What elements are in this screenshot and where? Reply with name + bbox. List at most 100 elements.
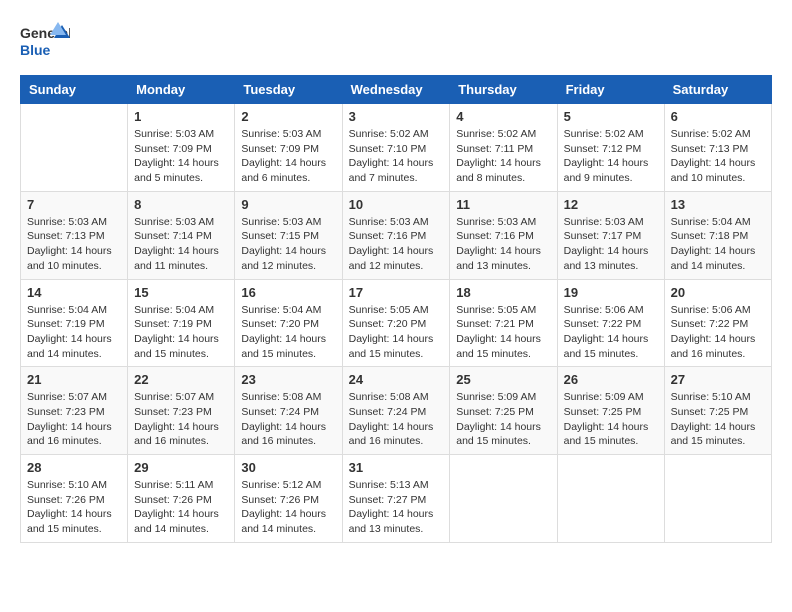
calendar-cell: 30 Sunrise: 5:12 AM Sunset: 7:26 PM Dayli… [235,455,342,543]
day-number: 21 [27,372,121,387]
weekday-header-sunday: Sunday [21,76,128,104]
day-info: Sunrise: 5:09 AM Sunset: 7:25 PM Dayligh… [456,390,550,449]
calendar-cell: 17 Sunrise: 5:05 AM Sunset: 7:20 PM Dayli… [342,279,450,367]
day-info: Sunrise: 5:07 AM Sunset: 7:23 PM Dayligh… [27,390,121,449]
day-number: 9 [241,197,335,212]
day-number: 6 [671,109,765,124]
day-number: 28 [27,460,121,475]
day-number: 4 [456,109,550,124]
day-info: Sunrise: 5:12 AM Sunset: 7:26 PM Dayligh… [241,478,335,537]
weekday-header-saturday: Saturday [664,76,771,104]
calendar-cell: 25 Sunrise: 5:09 AM Sunset: 7:25 PM Dayli… [450,367,557,455]
week-row-1: 1 Sunrise: 5:03 AM Sunset: 7:09 PM Daylig… [21,104,772,192]
day-number: 18 [456,285,550,300]
day-number: 17 [349,285,444,300]
day-info: Sunrise: 5:04 AM Sunset: 7:20 PM Dayligh… [241,303,335,362]
day-info: Sunrise: 5:03 AM Sunset: 7:14 PM Dayligh… [134,215,228,274]
calendar-cell: 8Sunrise: 5:03 AM Sunset: 7:14 PM Daylig… [128,191,235,279]
calendar-cell: 10 Sunrise: 5:03 AM Sunset: 7:16 PM Dayli… [342,191,450,279]
day-info: Sunrise: 5:08 AM Sunset: 7:24 PM Dayligh… [241,390,335,449]
day-number: 15 [134,285,228,300]
day-number: 30 [241,460,335,475]
day-number: 29 [134,460,228,475]
day-info: Sunrise: 5:04 AM Sunset: 7:19 PM Dayligh… [134,303,228,362]
calendar-cell: 4Sunrise: 5:02 AM Sunset: 7:11 PM Daylig… [450,104,557,192]
calendar-cell: 6 Sunrise: 5:02 AM Sunset: 7:13 PM Daylig… [664,104,771,192]
svg-text:Blue: Blue [20,42,51,58]
calendar-cell: 31 Sunrise: 5:13 AM Sunset: 7:27 PM Dayli… [342,455,450,543]
day-number: 31 [349,460,444,475]
calendar-cell: 19 Sunrise: 5:06 AM Sunset: 7:22 PM Dayli… [557,279,664,367]
calendar-cell [450,455,557,543]
calendar-cell: 12Sunrise: 5:03 AM Sunset: 7:17 PM Dayli… [557,191,664,279]
day-number: 14 [27,285,121,300]
day-number: 7 [27,197,121,212]
calendar-cell: 9 Sunrise: 5:03 AM Sunset: 7:15 PM Daylig… [235,191,342,279]
day-info: Sunrise: 5:07 AM Sunset: 7:23 PM Dayligh… [134,390,228,449]
day-info: Sunrise: 5:03 AM Sunset: 7:15 PM Dayligh… [241,215,335,274]
day-number: 5 [564,109,658,124]
calendar-cell: 24 Sunrise: 5:08 AM Sunset: 7:24 PM Dayli… [342,367,450,455]
day-number: 24 [349,372,444,387]
calendar-cell: 22 Sunrise: 5:07 AM Sunset: 7:23 PM Dayli… [128,367,235,455]
calendar-cell [664,455,771,543]
day-info: Sunrise: 5:13 AM Sunset: 7:27 PM Dayligh… [349,478,444,537]
weekday-header-tuesday: Tuesday [235,76,342,104]
weekday-header-thursday: Thursday [450,76,557,104]
day-number: 13 [671,197,765,212]
day-number: 23 [241,372,335,387]
calendar-cell: 14 Sunrise: 5:04 AM Sunset: 7:19 PM Dayli… [21,279,128,367]
day-number: 11 [456,197,550,212]
calendar-cell [557,455,664,543]
calendar-cell: 3 Sunrise: 5:02 AM Sunset: 7:10 PM Daylig… [342,104,450,192]
day-number: 10 [349,197,444,212]
day-number: 20 [671,285,765,300]
day-info: Sunrise: 5:03 AM Sunset: 7:16 PM Dayligh… [456,215,550,274]
day-info: Sunrise: 5:03 AM Sunset: 7:09 PM Dayligh… [241,127,335,186]
day-info: Sunrise: 5:10 AM Sunset: 7:25 PM Dayligh… [671,390,765,449]
calendar-cell: 7Sunrise: 5:03 AM Sunset: 7:13 PM Daylig… [21,191,128,279]
day-info: Sunrise: 5:03 AM Sunset: 7:16 PM Dayligh… [349,215,444,274]
day-info: Sunrise: 5:09 AM Sunset: 7:25 PM Dayligh… [564,390,658,449]
calendar-cell: 2 Sunrise: 5:03 AM Sunset: 7:09 PM Daylig… [235,104,342,192]
calendar-cell: 29 Sunrise: 5:11 AM Sunset: 7:26 PM Dayli… [128,455,235,543]
page-header: General Blue [20,20,772,65]
logo-svg: General Blue [20,20,70,65]
day-info: Sunrise: 5:04 AM Sunset: 7:19 PM Dayligh… [27,303,121,362]
calendar-cell: 23 Sunrise: 5:08 AM Sunset: 7:24 PM Dayli… [235,367,342,455]
day-number: 3 [349,109,444,124]
day-info: Sunrise: 5:02 AM Sunset: 7:10 PM Dayligh… [349,127,444,186]
weekday-header-wednesday: Wednesday [342,76,450,104]
day-number: 27 [671,372,765,387]
day-info: Sunrise: 5:05 AM Sunset: 7:20 PM Dayligh… [349,303,444,362]
week-row-2: 7Sunrise: 5:03 AM Sunset: 7:13 PM Daylig… [21,191,772,279]
calendar-cell [21,104,128,192]
weekday-header-monday: Monday [128,76,235,104]
calendar-cell: 5 Sunrise: 5:02 AM Sunset: 7:12 PM Daylig… [557,104,664,192]
weekday-header-row: SundayMondayTuesdayWednesdayThursdayFrid… [21,76,772,104]
calendar-cell: 13 Sunrise: 5:04 AM Sunset: 7:18 PM Dayli… [664,191,771,279]
day-number: 1 [134,109,228,124]
day-number: 25 [456,372,550,387]
day-info: Sunrise: 5:02 AM Sunset: 7:12 PM Dayligh… [564,127,658,186]
day-number: 2 [241,109,335,124]
logo-container: General Blue [20,20,70,65]
day-info: Sunrise: 5:06 AM Sunset: 7:22 PM Dayligh… [564,303,658,362]
calendar-cell: 20 Sunrise: 5:06 AM Sunset: 7:22 PM Dayli… [664,279,771,367]
day-info: Sunrise: 5:04 AM Sunset: 7:18 PM Dayligh… [671,215,765,274]
day-info: Sunrise: 5:08 AM Sunset: 7:24 PM Dayligh… [349,390,444,449]
day-info: Sunrise: 5:02 AM Sunset: 7:13 PM Dayligh… [671,127,765,186]
day-number: 19 [564,285,658,300]
calendar-cell: 1 Sunrise: 5:03 AM Sunset: 7:09 PM Daylig… [128,104,235,192]
week-row-4: 21 Sunrise: 5:07 AM Sunset: 7:23 PM Dayli… [21,367,772,455]
day-info: Sunrise: 5:06 AM Sunset: 7:22 PM Dayligh… [671,303,765,362]
week-row-5: 28Sunrise: 5:10 AM Sunset: 7:26 PM Dayli… [21,455,772,543]
logo: General Blue [20,20,70,65]
day-info: Sunrise: 5:03 AM Sunset: 7:17 PM Dayligh… [564,215,658,274]
day-info: Sunrise: 5:03 AM Sunset: 7:09 PM Dayligh… [134,127,228,186]
day-info: Sunrise: 5:11 AM Sunset: 7:26 PM Dayligh… [134,478,228,537]
day-number: 22 [134,372,228,387]
week-row-3: 14 Sunrise: 5:04 AM Sunset: 7:19 PM Dayli… [21,279,772,367]
calendar-cell: 16Sunrise: 5:04 AM Sunset: 7:20 PM Dayli… [235,279,342,367]
calendar-cell: 21 Sunrise: 5:07 AM Sunset: 7:23 PM Dayli… [21,367,128,455]
